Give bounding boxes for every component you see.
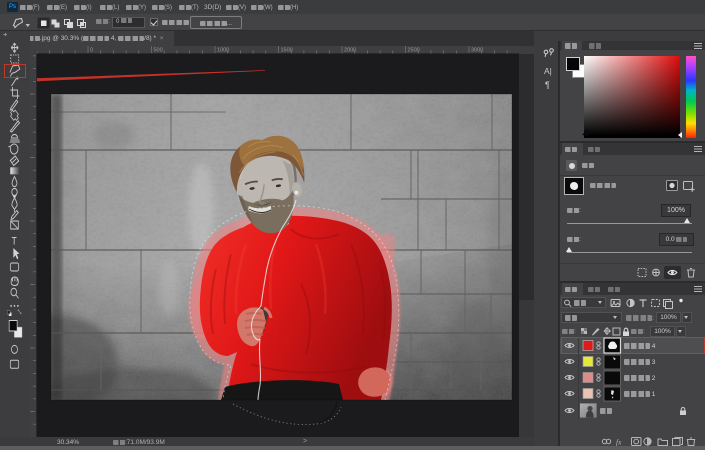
svg-text:fx: fx xyxy=(616,437,622,446)
svg-text:¶: ¶ xyxy=(545,80,550,90)
svg-text:0: 0 xyxy=(90,48,93,54)
svg-text:2000: 2000 xyxy=(344,48,356,54)
svg-text:1000: 1000 xyxy=(217,48,229,54)
svg-text:2500: 2500 xyxy=(408,48,420,54)
svg-text:500: 500 xyxy=(154,48,163,54)
svg-text:T: T xyxy=(12,235,17,247)
svg-text:3000: 3000 xyxy=(471,48,483,54)
svg-text:A|: A| xyxy=(544,66,552,76)
svg-text:1500: 1500 xyxy=(281,48,293,54)
